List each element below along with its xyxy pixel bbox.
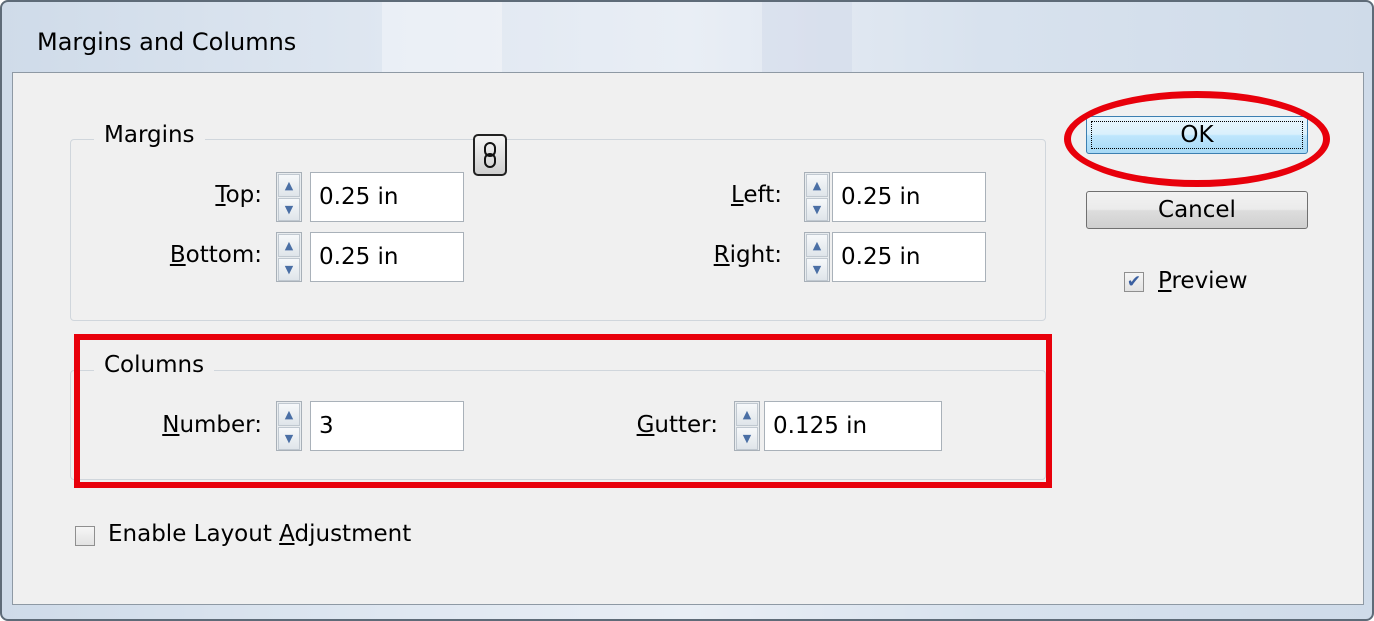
spin-up-icon[interactable]: ▲ (806, 174, 828, 197)
focus-ring (1091, 121, 1303, 149)
spin-down-icon[interactable]: ▼ (278, 198, 300, 221)
preview-label[interactable]: Preview (1158, 268, 1248, 294)
spin-down-icon[interactable]: ▼ (736, 427, 758, 450)
bottom-spinner[interactable]: ▲ ▼ (276, 232, 302, 282)
spin-up-icon[interactable]: ▲ (278, 234, 300, 257)
top-margin-input[interactable]: 0.25 in (310, 172, 464, 222)
spin-up-icon[interactable]: ▲ (278, 174, 300, 197)
cancel-button-label: Cancel (1158, 197, 1236, 223)
preview-checkbox[interactable]: ✔ (1124, 272, 1144, 292)
bottom-margin-input[interactable]: 0.25 in (310, 232, 464, 282)
top-label: Top: (215, 182, 262, 208)
spin-down-icon[interactable]: ▼ (806, 198, 828, 221)
spin-up-icon[interactable]: ▲ (736, 403, 758, 426)
enable-layout-adjustment-label[interactable]: Enable Layout Adjustment (108, 521, 411, 547)
spin-up-icon[interactable]: ▲ (278, 403, 300, 426)
margins-group-label: Margins (94, 122, 205, 148)
number-of-columns-input[interactable]: 3 (310, 401, 464, 451)
margins-group (70, 139, 1046, 321)
right-spinner[interactable]: ▲ ▼ (804, 232, 830, 282)
ok-button[interactable]: OK (1086, 116, 1308, 154)
chain-link-glyph (484, 142, 496, 168)
cancel-button[interactable]: Cancel (1086, 191, 1308, 229)
right-label: Right: (713, 242, 782, 268)
spin-down-icon[interactable]: ▼ (278, 258, 300, 281)
left-margin-input[interactable]: 0.25 in (832, 172, 986, 222)
columns-group-label: Columns (94, 352, 215, 378)
gutter-label: Gutter: (636, 412, 718, 438)
right-margin-input[interactable]: 0.25 in (832, 232, 986, 282)
enable-layout-adjustment-checkbox[interactable] (75, 526, 95, 546)
chain-link-icon[interactable] (473, 134, 507, 176)
number-label: Number: (162, 412, 262, 438)
top-spinner[interactable]: ▲ ▼ (276, 172, 302, 222)
spin-down-icon[interactable]: ▼ (278, 427, 300, 450)
left-spinner[interactable]: ▲ ▼ (804, 172, 830, 222)
gutter-input[interactable]: 0.125 in (764, 401, 942, 451)
gutter-spinner[interactable]: ▲ ▼ (734, 401, 760, 451)
number-spinner[interactable]: ▲ ▼ (276, 401, 302, 451)
bottom-label: Bottom: (169, 242, 262, 268)
checkmark-icon: ✔ (1126, 271, 1142, 292)
left-label: Left: (730, 182, 782, 208)
spin-down-icon[interactable]: ▼ (806, 258, 828, 281)
spin-up-icon[interactable]: ▲ (806, 234, 828, 257)
window-title: Margins and Columns (37, 28, 297, 56)
